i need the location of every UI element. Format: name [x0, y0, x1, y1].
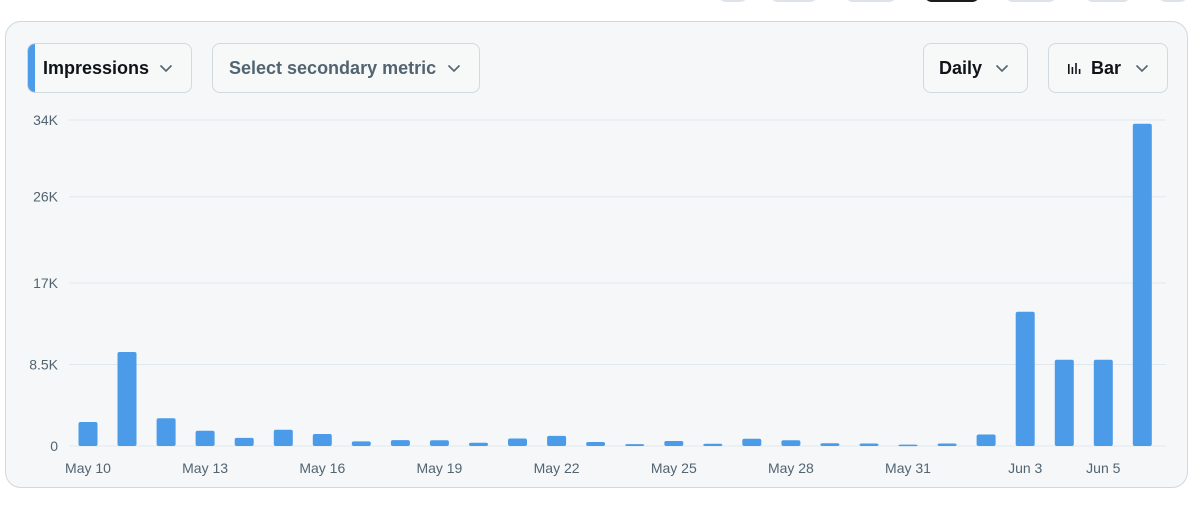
- bar-jun-3[interactable]: [1015, 311, 1035, 446]
- bar-may-27[interactable]: [742, 438, 762, 446]
- x-tick-label: May 22: [534, 460, 580, 476]
- x-tick-label: May 10: [65, 460, 111, 476]
- impressions-bar-chart: 0 8.5K 17K 26K 34K May 10 May 13 May 16 May 19 Ma…: [29, 112, 1166, 476]
- bar-may-13[interactable]: [195, 430, 215, 446]
- x-tick-label: May 25: [651, 460, 697, 476]
- bar-may-28[interactable]: [781, 440, 801, 446]
- x-tick-label: May 28: [768, 460, 814, 476]
- bar-may-12[interactable]: [156, 418, 176, 446]
- y-tick-label: 8.5K: [29, 357, 58, 373]
- x-tick-label: Jun 5: [1086, 460, 1120, 476]
- bar-may-11[interactable]: [117, 352, 137, 446]
- bar-may-18[interactable]: [390, 440, 410, 446]
- toolbar-pill-active[interactable]: [924, 0, 980, 2]
- bar-may-21[interactable]: [508, 438, 527, 447]
- toolbar-pill[interactable]: [1005, 0, 1057, 2]
- toolbar-pill[interactable]: [770, 0, 818, 2]
- toolbar-pill[interactable]: [718, 0, 748, 2]
- bar-jun-6[interactable]: [1132, 123, 1152, 447]
- bar-jun-1[interactable]: [937, 443, 957, 447]
- x-tick-label: Jun 3: [1008, 460, 1042, 476]
- bar-jun-5[interactable]: [1093, 359, 1113, 446]
- bar-may-17[interactable]: [351, 441, 371, 446]
- y-tick-label: 34K: [33, 112, 59, 128]
- bar-may-20[interactable]: [469, 442, 488, 446]
- bar-jun-2[interactable]: [976, 434, 996, 447]
- bar-jun-4[interactable]: [1054, 359, 1074, 446]
- bar-may-14[interactable]: [234, 437, 254, 446]
- toolbar-pill[interactable]: [1158, 0, 1188, 2]
- y-tick-label: 26K: [33, 189, 59, 205]
- bar-may-26[interactable]: [703, 443, 723, 446]
- chart-panel: Impressions Select secondary metric Dail…: [5, 21, 1188, 488]
- toolbar-pill[interactable]: [1085, 0, 1131, 2]
- bar-may-15[interactable]: [273, 429, 293, 446]
- x-tick-label: May 19: [416, 460, 462, 476]
- bar-may-24[interactable]: [625, 444, 645, 446]
- bar-may-30[interactable]: [859, 443, 879, 447]
- x-tick-label: May 31: [885, 460, 931, 476]
- toolbar-pill[interactable]: [845, 0, 897, 2]
- bar-may-29[interactable]: [820, 443, 840, 446]
- bar-may-19[interactable]: [429, 440, 449, 446]
- bar-may-10[interactable]: [78, 422, 98, 446]
- bar-may-23[interactable]: [586, 442, 606, 446]
- y-tick-label: 0: [50, 438, 58, 454]
- bar-may-16[interactable]: [312, 434, 332, 446]
- x-tick-label: May 16: [299, 460, 345, 476]
- y-tick-label: 17K: [33, 275, 59, 291]
- bar-may-22[interactable]: [547, 435, 567, 446]
- bar-may-25[interactable]: [664, 441, 684, 446]
- x-tick-label: May 13: [182, 460, 228, 476]
- bar-may-31[interactable]: [898, 444, 918, 447]
